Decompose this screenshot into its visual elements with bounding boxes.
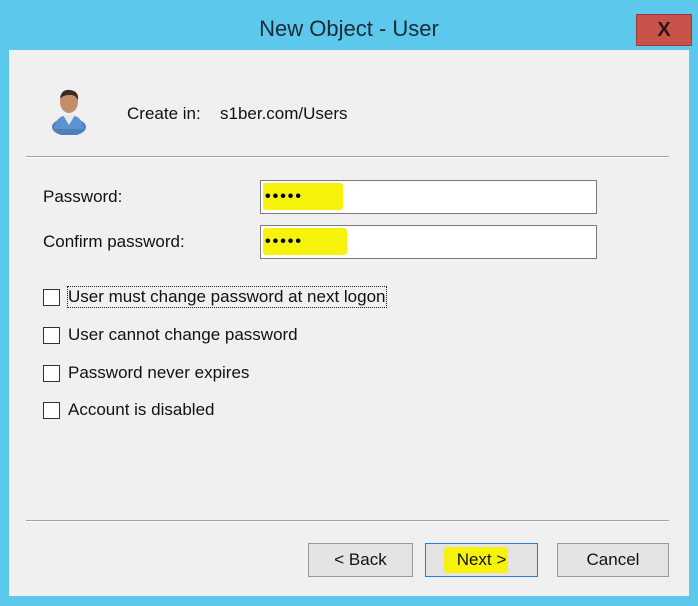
title-bar[interactable]: New Object - User X — [0, 8, 698, 50]
option-label: Account is disabled — [68, 400, 215, 419]
confirm-password-value: ••••• — [265, 233, 304, 250]
new-user-dialog: New Object - User X Create in: s1ber.com… — [0, 0, 698, 606]
option-label: Password never expires — [68, 363, 250, 382]
back-button-label: < Back — [334, 550, 387, 569]
close-icon: X — [657, 18, 671, 41]
cancel-button-label: Cancel — [586, 550, 640, 569]
create-in-path: s1ber.com/Users — [220, 104, 348, 123]
password-field[interactable]: ••••• — [260, 180, 597, 214]
confirm-password-label: Confirm password: — [43, 232, 185, 251]
option-cannot-change-password[interactable]: User cannot change password — [43, 325, 313, 347]
cancel-button[interactable]: Cancel — [557, 543, 669, 577]
next-button-label: Next > — [456, 550, 507, 569]
option-account-disabled[interactable]: Account is disabled — [43, 400, 233, 422]
option-label: User cannot change password — [68, 325, 298, 344]
dialog-title: New Object - User — [259, 16, 439, 41]
create-in-label: Create in: — [127, 104, 201, 123]
option-label: User must change password at next logon — [67, 286, 387, 308]
password-label: Password: — [43, 187, 123, 206]
user-icon — [52, 89, 86, 135]
option-password-never-expires[interactable]: Password never expires — [43, 363, 263, 385]
option-must-change-password[interactable]: User must change password at next logon — [43, 286, 389, 309]
next-button[interactable]: Next > — [425, 543, 538, 577]
dialog-body: Create in: s1ber.com/Users Password: •••… — [9, 50, 689, 596]
close-button[interactable]: X — [636, 14, 692, 46]
password-value: ••••• — [265, 188, 304, 205]
top-divider — [26, 156, 669, 158]
bottom-divider — [26, 520, 669, 522]
checkbox[interactable] — [43, 365, 60, 382]
back-button[interactable]: < Back — [308, 543, 413, 577]
checkbox[interactable] — [43, 327, 60, 344]
confirm-password-field[interactable]: ••••• — [260, 225, 597, 259]
checkbox[interactable] — [43, 289, 60, 306]
checkbox[interactable] — [43, 402, 60, 419]
